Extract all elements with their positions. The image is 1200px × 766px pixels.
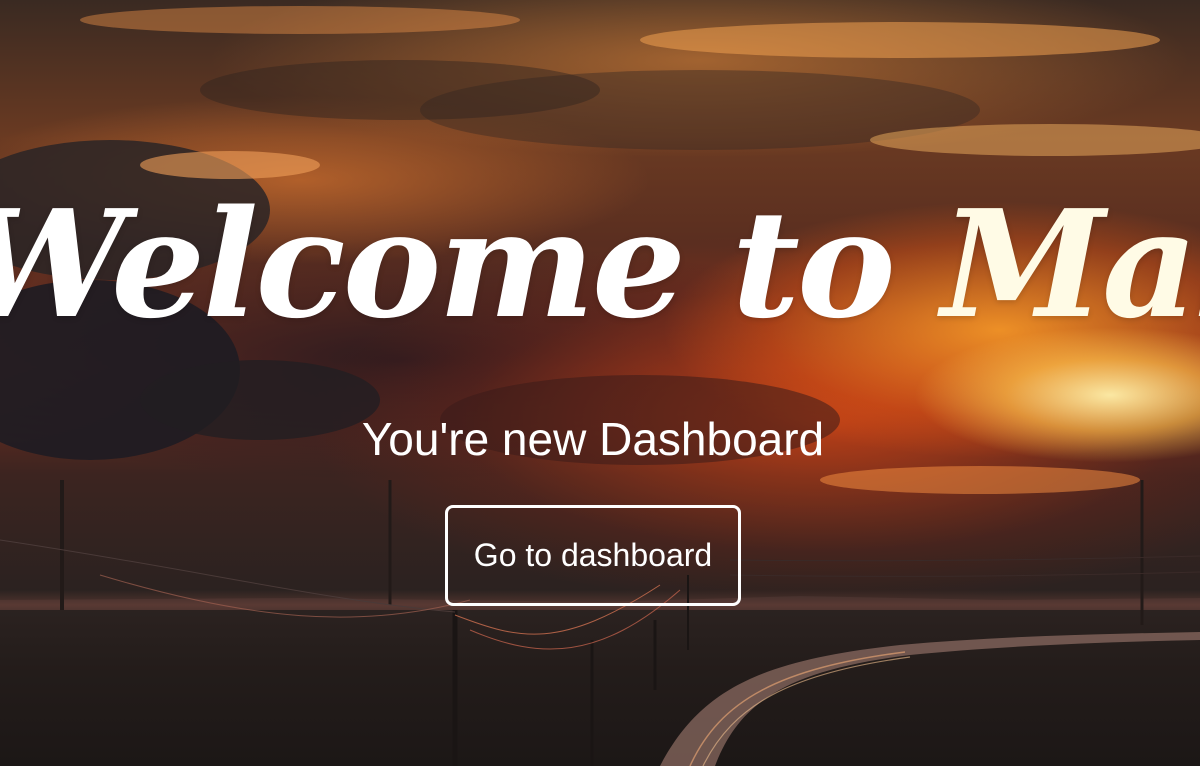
hero-subtitle: You're new Dashboard <box>361 413 825 465</box>
headline-main: Welcome to <box>0 177 942 351</box>
go-to-dashboard-button[interactable]: Go to dashboard <box>445 505 741 606</box>
welcome-headline: Welcome to Maby <box>0 190 1200 338</box>
headline-brand: Maby <box>941 177 1200 351</box>
hero-section: Welcome to Maby You're new Dashboard Go … <box>0 0 1200 766</box>
hero-content: Welcome to Maby You're new Dashboard Go … <box>0 0 1200 766</box>
